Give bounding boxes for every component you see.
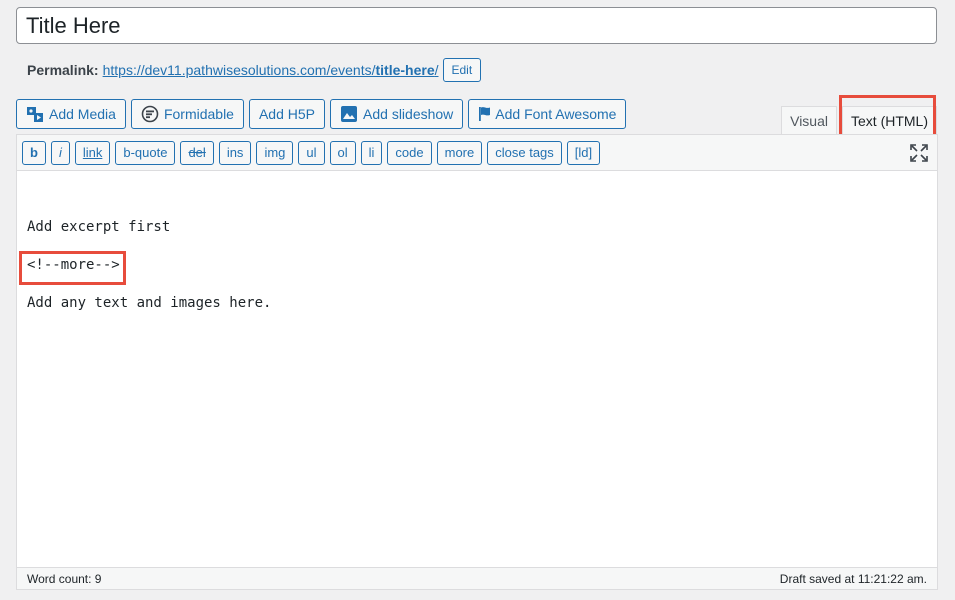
permalink-edit-button[interactable]: Edit xyxy=(442,58,482,82)
qt-img-button[interactable]: img xyxy=(256,140,294,165)
add-h5p-button[interactable]: Add H5P xyxy=(248,99,326,129)
formidable-button[interactable]: Formidable xyxy=(130,99,244,129)
text-editor: b i link b-quote del ins img ul ol li co… xyxy=(16,134,938,590)
permalink-slug: title-here xyxy=(375,62,435,78)
qt-li-button[interactable]: li xyxy=(360,140,383,165)
qt-link-button[interactable]: link xyxy=(74,140,111,165)
add-slideshow-button[interactable]: Add slideshow xyxy=(330,99,464,129)
qt-ol-button[interactable]: ol xyxy=(329,140,356,165)
fullscreen-icon[interactable] xyxy=(910,144,928,162)
qt-close-tags-button[interactable]: close tags xyxy=(487,140,562,165)
qt-ul-button[interactable]: ul xyxy=(298,140,325,165)
quicktags-toolbar: b i link b-quote del ins img ul ol li co… xyxy=(17,135,937,171)
word-count: Word count: 9 xyxy=(27,571,102,586)
tab-text-html[interactable]: Text (HTML) xyxy=(842,106,937,134)
add-slideshow-label: Add slideshow xyxy=(363,106,454,122)
permalink-label: Permalink: xyxy=(27,62,99,78)
qt-del-button[interactable]: del xyxy=(180,140,214,165)
qt-blockquote-button[interactable]: b-quote xyxy=(115,140,176,165)
add-media-label: Add Media xyxy=(49,106,116,122)
media-icon xyxy=(26,105,44,123)
image-icon xyxy=(340,105,358,123)
qt-ins-button[interactable]: ins xyxy=(218,140,252,165)
add-font-awesome-button[interactable]: Add Font Awesome xyxy=(468,99,627,129)
qt-more-button[interactable]: more xyxy=(436,140,483,165)
permalink-url-base: https://dev11.pathwisesolutions.com/even… xyxy=(102,62,376,78)
editor-status-bar: Word count: 9 Draft saved at 11:21:22 am… xyxy=(17,567,937,589)
formidable-icon xyxy=(141,105,159,123)
media-buttons: Add Media Formidable Add H5P Add slidesh… xyxy=(16,99,631,129)
content-line-3: Add any text and images here. xyxy=(27,295,272,311)
formidable-label: Formidable xyxy=(163,106,234,122)
flag-icon xyxy=(478,105,492,123)
qt-ld-button[interactable]: [ld] xyxy=(566,140,601,165)
draft-saved-status: Draft saved at 11:21:22 am. xyxy=(779,571,927,586)
permalink-slash: / xyxy=(434,62,439,78)
editor-tabs: Visual Text (HTML) xyxy=(776,106,937,134)
qt-bold-button[interactable]: b xyxy=(22,140,46,165)
permalink-row: Permalink: https://dev11.pathwisesolutio… xyxy=(27,58,482,82)
content-more-tag: <!--more--> xyxy=(27,257,120,273)
post-title-input[interactable]: Title Here xyxy=(16,7,937,44)
qt-code-button[interactable]: code xyxy=(387,140,432,165)
add-media-button[interactable]: Add Media xyxy=(16,99,126,129)
content-line-1: Add excerpt first xyxy=(27,219,171,235)
add-font-awesome-label: Add Font Awesome xyxy=(495,106,617,122)
add-h5p-label: Add H5P xyxy=(258,106,316,122)
permalink-link[interactable]: https://dev11.pathwisesolutions.com/even… xyxy=(103,62,439,78)
qt-italic-button[interactable]: i xyxy=(50,140,70,165)
tab-visual[interactable]: Visual xyxy=(781,106,837,134)
